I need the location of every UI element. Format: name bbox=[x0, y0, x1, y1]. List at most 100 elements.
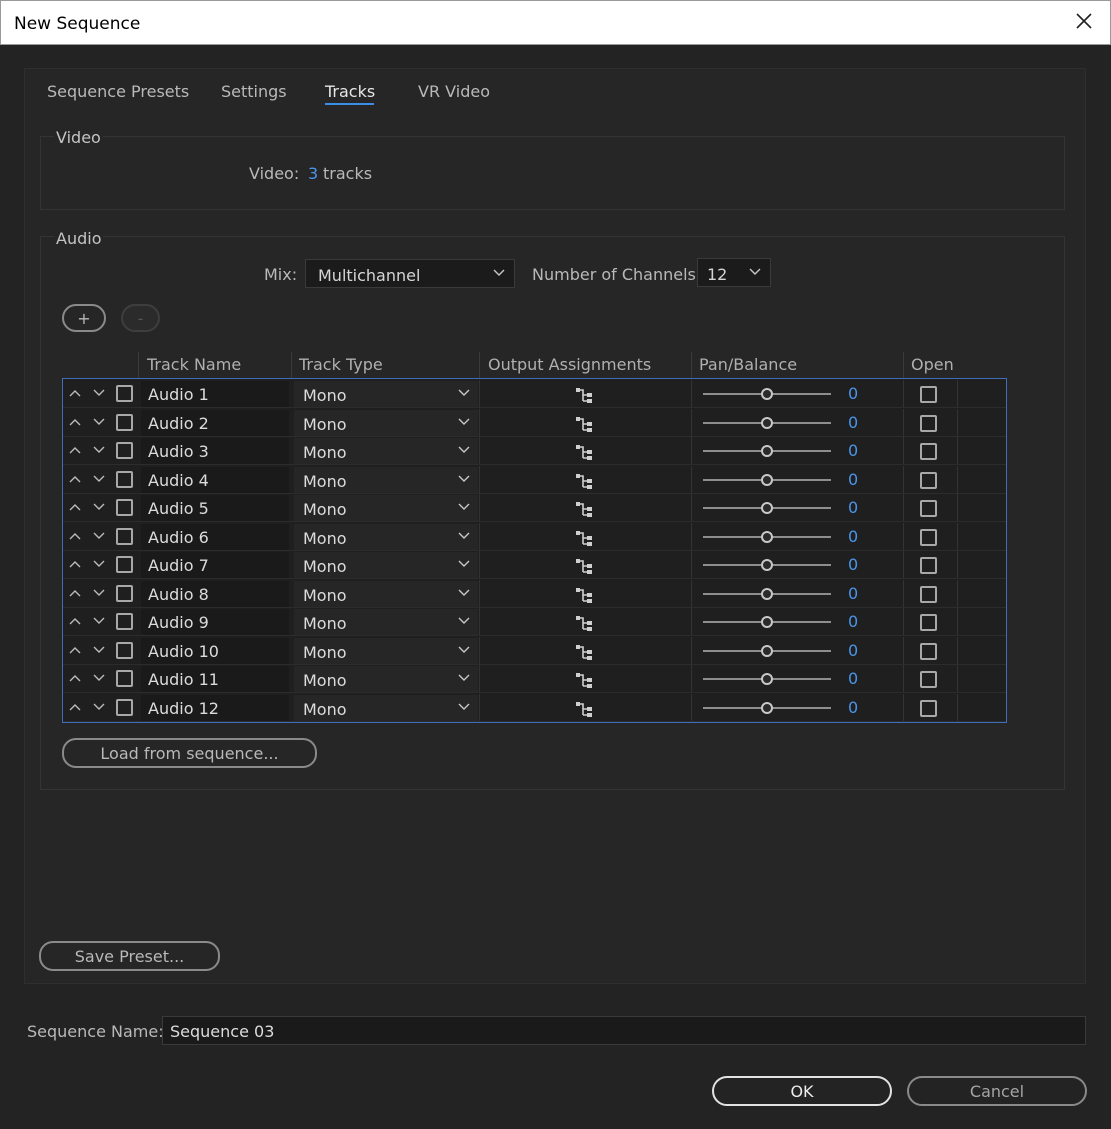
video-track-count[interactable]: 3 bbox=[308, 164, 318, 183]
track-type-dropdown[interactable]: Mono bbox=[294, 466, 478, 493]
pan-value[interactable]: 0 bbox=[848, 384, 858, 403]
track-name-field[interactable]: Audio 6 bbox=[141, 523, 289, 550]
move-down-icon[interactable] bbox=[92, 445, 106, 455]
move-up-icon[interactable] bbox=[68, 388, 82, 398]
move-down-icon[interactable] bbox=[92, 417, 106, 427]
pan-slider-knob[interactable] bbox=[761, 673, 773, 685]
move-down-icon[interactable] bbox=[92, 702, 106, 712]
pan-slider-knob[interactable] bbox=[761, 644, 773, 657]
track-type-dropdown[interactable]: Mono bbox=[294, 495, 478, 521]
move-down-icon[interactable] bbox=[92, 388, 106, 398]
move-down-icon[interactable] bbox=[92, 616, 106, 626]
output-assignment-icon[interactable] bbox=[574, 386, 596, 404]
track-select-checkbox[interactable] bbox=[116, 698, 133, 716]
move-up-icon[interactable] bbox=[68, 673, 82, 683]
output-assignment-icon[interactable] bbox=[574, 700, 596, 718]
sequence-name-input[interactable]: Sequence 03 bbox=[162, 1016, 1086, 1045]
open-checkbox[interactable] bbox=[920, 671, 937, 688]
move-up-icon[interactable] bbox=[68, 417, 82, 427]
pan-slider-knob[interactable] bbox=[761, 502, 773, 514]
track-select-checkbox[interactable] bbox=[116, 470, 133, 488]
track-type-dropdown[interactable]: Mono bbox=[294, 381, 478, 407]
pan-slider-knob[interactable] bbox=[761, 587, 773, 600]
cancel-button[interactable]: Cancel bbox=[907, 1076, 1087, 1106]
add-track-button[interactable]: + bbox=[62, 304, 106, 332]
pan-value[interactable]: 0 bbox=[848, 669, 858, 688]
mix-dropdown[interactable]: Multichannel bbox=[305, 259, 515, 288]
track-name-field[interactable]: Audio 1 bbox=[141, 381, 289, 407]
move-down-icon[interactable] bbox=[92, 645, 106, 655]
pan-slider[interactable] bbox=[703, 473, 833, 487]
move-down-icon[interactable] bbox=[92, 588, 106, 598]
load-from-sequence-button[interactable]: Load from sequence... bbox=[62, 738, 317, 768]
pan-slider[interactable] bbox=[703, 444, 833, 458]
pan-value[interactable]: 0 bbox=[848, 698, 858, 717]
pan-slider[interactable] bbox=[703, 530, 833, 544]
pan-value[interactable]: 0 bbox=[848, 527, 858, 546]
open-checkbox[interactable] bbox=[920, 528, 937, 546]
track-type-dropdown[interactable]: Mono bbox=[294, 637, 478, 664]
pan-slider[interactable] bbox=[703, 587, 833, 601]
track-select-checkbox[interactable] bbox=[116, 527, 133, 545]
pan-value[interactable]: 0 bbox=[848, 413, 858, 432]
pan-slider-knob[interactable] bbox=[761, 473, 773, 486]
remove-track-button[interactable]: - bbox=[121, 304, 160, 332]
track-select-checkbox[interactable] bbox=[116, 641, 133, 659]
track-type-dropdown[interactable]: Mono bbox=[294, 609, 478, 635]
tab-vr-video[interactable]: VR Video bbox=[418, 82, 490, 101]
move-down-icon[interactable] bbox=[92, 502, 106, 512]
move-up-icon[interactable] bbox=[68, 531, 82, 541]
output-assignment-icon[interactable] bbox=[574, 671, 596, 689]
open-checkbox[interactable] bbox=[920, 471, 937, 489]
pan-slider[interactable] bbox=[703, 501, 833, 515]
pan-slider-knob[interactable] bbox=[761, 559, 773, 571]
pan-value[interactable]: 0 bbox=[848, 441, 858, 460]
pan-value[interactable]: 0 bbox=[848, 498, 858, 517]
track-type-dropdown[interactable]: Mono bbox=[294, 409, 478, 436]
pan-value[interactable]: 0 bbox=[848, 612, 858, 631]
move-down-icon[interactable] bbox=[92, 559, 106, 569]
open-checkbox[interactable] bbox=[920, 500, 937, 517]
pan-slider-knob[interactable] bbox=[761, 530, 773, 543]
move-down-icon[interactable] bbox=[92, 474, 106, 484]
move-up-icon[interactable] bbox=[68, 616, 82, 626]
move-up-icon[interactable] bbox=[68, 559, 82, 569]
output-assignment-icon[interactable] bbox=[574, 557, 596, 575]
pan-slider[interactable] bbox=[703, 672, 833, 686]
close-icon[interactable] bbox=[1074, 11, 1094, 31]
tab-tracks[interactable]: Tracks bbox=[325, 82, 375, 101]
open-checkbox[interactable] bbox=[920, 414, 937, 432]
track-type-dropdown[interactable]: Mono bbox=[294, 552, 478, 578]
tab-sequence-presets[interactable]: Sequence Presets bbox=[47, 82, 189, 101]
track-name-field[interactable]: Audio 9 bbox=[141, 609, 289, 635]
track-type-dropdown[interactable]: Mono bbox=[294, 580, 478, 607]
track-type-dropdown[interactable]: Mono bbox=[294, 666, 478, 692]
track-name-field[interactable]: Audio 2 bbox=[141, 409, 289, 436]
pan-slider[interactable] bbox=[703, 615, 833, 629]
track-name-field[interactable]: Audio 8 bbox=[141, 580, 289, 607]
open-checkbox[interactable] bbox=[920, 386, 937, 403]
save-preset-button[interactable]: Save Preset... bbox=[39, 941, 220, 971]
track-name-field[interactable]: Audio 11 bbox=[141, 666, 289, 692]
open-checkbox[interactable] bbox=[920, 642, 937, 660]
track-select-checkbox[interactable] bbox=[116, 499, 133, 516]
open-checkbox[interactable] bbox=[920, 614, 937, 631]
output-assignment-icon[interactable] bbox=[574, 529, 596, 547]
track-type-dropdown[interactable]: Mono bbox=[294, 523, 478, 550]
output-assignment-icon[interactable] bbox=[574, 643, 596, 661]
pan-slider[interactable] bbox=[703, 644, 833, 658]
track-name-field[interactable]: Audio 4 bbox=[141, 466, 289, 493]
output-assignment-icon[interactable] bbox=[574, 500, 596, 518]
track-select-checkbox[interactable] bbox=[116, 442, 133, 459]
pan-slider-knob[interactable] bbox=[761, 616, 773, 628]
move-up-icon[interactable] bbox=[68, 445, 82, 455]
track-select-checkbox[interactable] bbox=[116, 584, 133, 602]
track-name-field[interactable]: Audio 3 bbox=[141, 438, 289, 464]
pan-value[interactable]: 0 bbox=[848, 584, 858, 603]
open-checkbox[interactable] bbox=[920, 557, 937, 574]
track-select-checkbox[interactable] bbox=[116, 413, 133, 431]
pan-slider[interactable] bbox=[703, 558, 833, 572]
pan-slider-knob[interactable] bbox=[761, 416, 773, 429]
track-select-checkbox[interactable] bbox=[116, 556, 133, 573]
move-up-icon[interactable] bbox=[68, 702, 82, 712]
